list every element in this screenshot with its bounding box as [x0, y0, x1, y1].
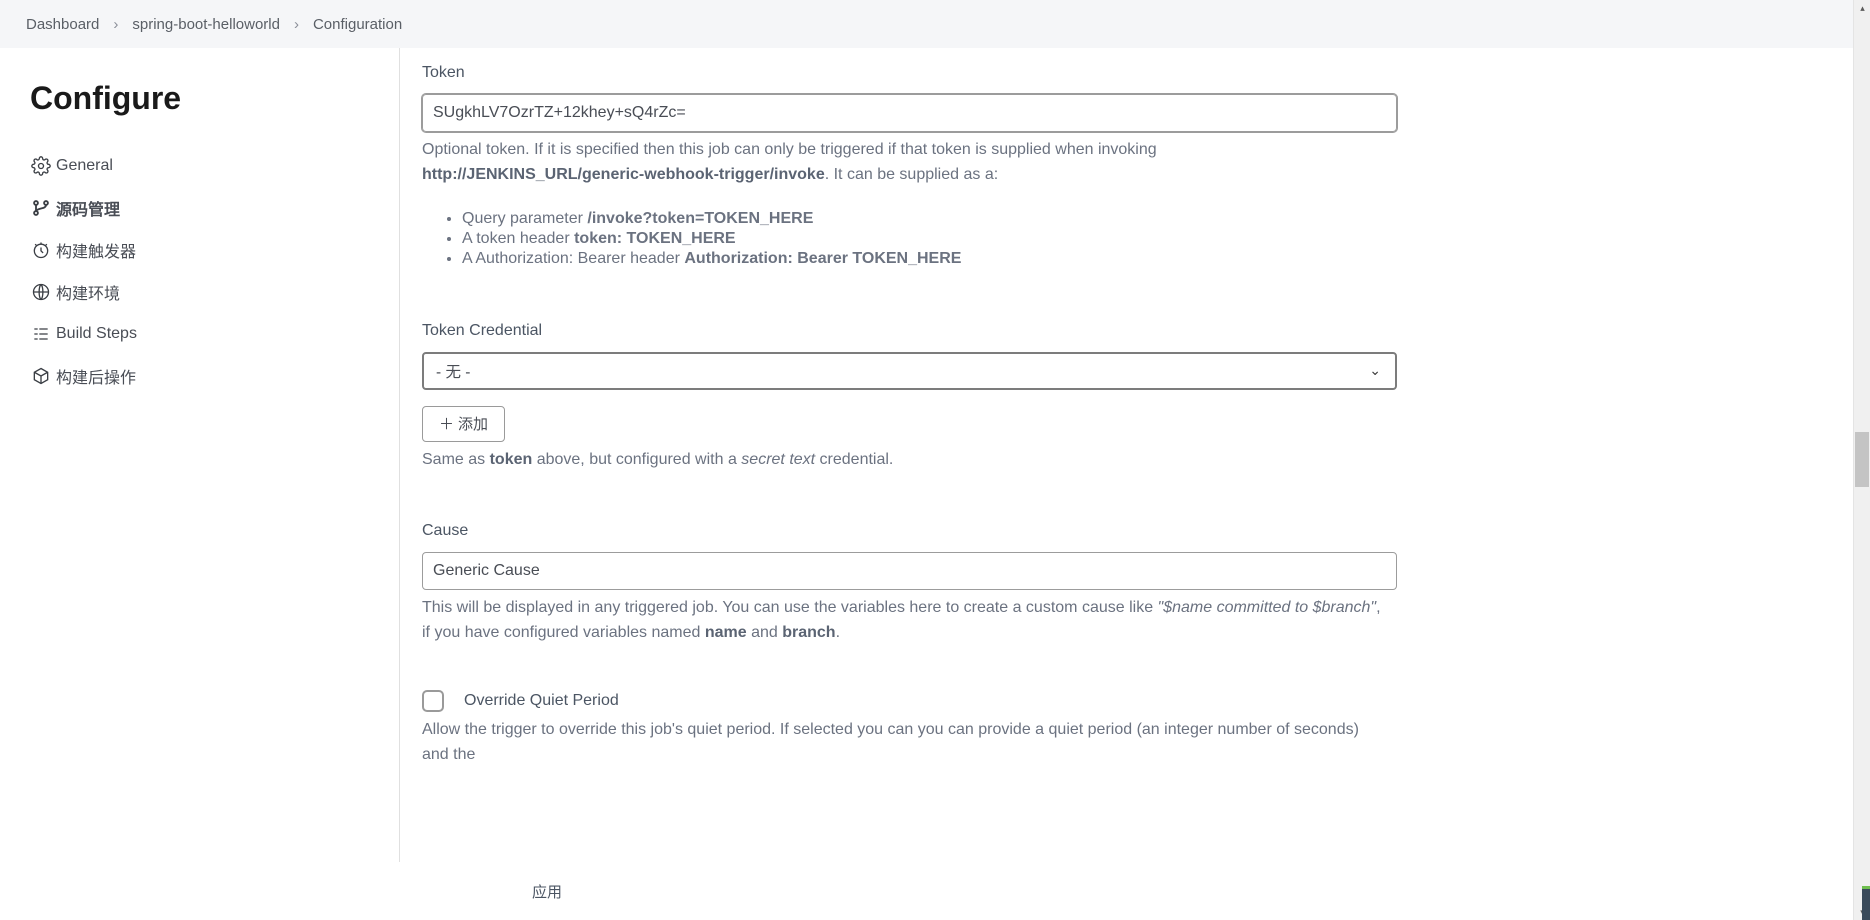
- breadcrumb-item-dashboard[interactable]: Dashboard: [26, 16, 99, 33]
- sidebar-item-triggers[interactable]: 构建触发器: [30, 229, 369, 271]
- list-item: A token header token: TOKEN_HERE: [462, 230, 1673, 248]
- plus-icon: ＋: [439, 413, 454, 434]
- sidebar-item-general[interactable]: General: [30, 145, 369, 187]
- sidebar-item-label: 构建环境: [56, 280, 120, 304]
- sidebar-item-label: Build Steps: [56, 325, 137, 343]
- chevron-right-icon: ›: [113, 16, 118, 33]
- gear-icon: [30, 155, 52, 177]
- sidebar-item-post-build[interactable]: 构建后操作: [30, 355, 369, 397]
- token-credential-help: Same as token above, but configured with…: [422, 448, 1382, 473]
- config-form: Token Optional token. If it is specified…: [400, 48, 1853, 920]
- breadcrumb: Dashboard › spring-boot-helloworld › Con…: [0, 0, 1870, 48]
- sidebar-item-label: 构建触发器: [56, 238, 136, 262]
- cause-input[interactable]: [422, 552, 1397, 590]
- footer-actions: 保存 应用: [0, 862, 1853, 920]
- token-credential-select[interactable]: - 无 - ⌄: [422, 352, 1397, 390]
- sidebar-item-scm[interactable]: 源码管理: [30, 187, 369, 229]
- select-value: - 无 -: [436, 360, 470, 382]
- vertical-scrollbar[interactable]: [1853, 0, 1870, 920]
- token-supply-list: Query parameter /invoke?token=TOKEN_HERE…: [440, 210, 1673, 268]
- package-icon: [30, 365, 52, 387]
- status-gadget: [1862, 886, 1870, 920]
- cause-help: This will be displayed in any triggered …: [422, 596, 1382, 646]
- page-title: Configure: [30, 80, 369, 117]
- token-label: Token: [422, 64, 1673, 82]
- apply-button[interactable]: 应用: [524, 873, 570, 909]
- steps-icon: [30, 323, 52, 345]
- sidebar-item-label: 构建后操作: [56, 364, 136, 388]
- list-item: A Authorization: Bearer header Authoriza…: [462, 250, 1673, 268]
- sidebar-item-label: 源码管理: [56, 196, 120, 220]
- sidebar: Configure General 源码管理 构建触发器 构建环境: [0, 48, 400, 920]
- sidebar-item-label: General: [56, 157, 113, 175]
- clock-icon: [30, 239, 52, 261]
- list-item: Query parameter /invoke?token=TOKEN_HERE: [462, 210, 1673, 228]
- globe-icon: [30, 281, 52, 303]
- cause-label: Cause: [422, 522, 1673, 540]
- override-quiet-help: Allow the trigger to override this job's…: [422, 718, 1382, 768]
- save-button[interactable]: 保存: [428, 873, 506, 909]
- sidebar-item-environment[interactable]: 构建环境: [30, 271, 369, 313]
- sidebar-item-build-steps[interactable]: Build Steps: [30, 313, 369, 355]
- override-quiet-label: Override Quiet Period: [464, 692, 619, 710]
- branch-icon: [30, 197, 52, 219]
- override-quiet-checkbox[interactable]: [422, 690, 444, 712]
- scrollbar-thumb[interactable]: [1855, 432, 1869, 487]
- breadcrumb-item-configuration[interactable]: Configuration: [313, 16, 402, 33]
- token-input[interactable]: [422, 94, 1397, 132]
- add-credential-button[interactable]: ＋添加: [422, 406, 505, 442]
- token-help: Optional token. If it is specified then …: [422, 138, 1382, 188]
- breadcrumb-item-project[interactable]: spring-boot-helloworld: [132, 16, 280, 33]
- token-credential-label: Token Credential: [422, 322, 1673, 340]
- chevron-right-icon: ›: [294, 16, 299, 33]
- chevron-down-icon: ⌄: [1369, 362, 1381, 379]
